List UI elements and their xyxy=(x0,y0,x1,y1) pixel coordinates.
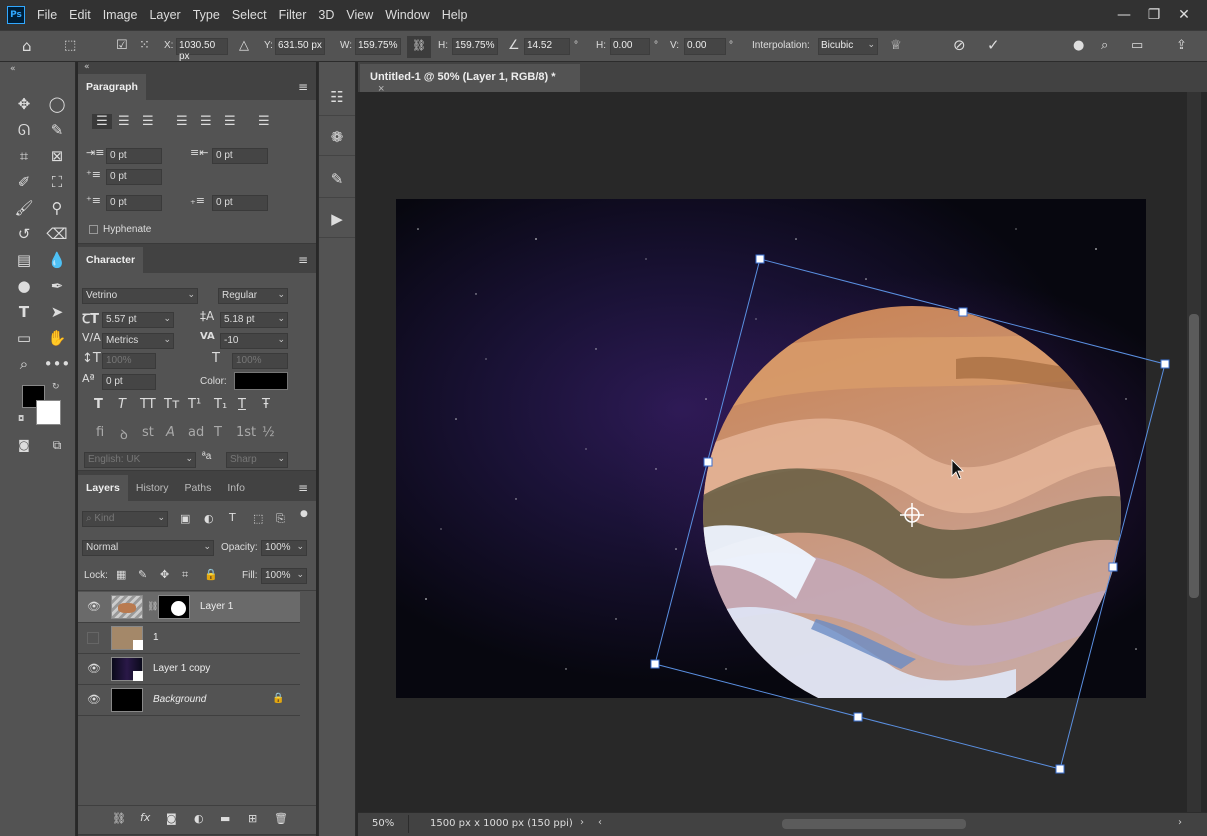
transform-handle-bottom-left[interactable] xyxy=(650,659,660,669)
scroll-left-icon[interactable]: ‹ xyxy=(598,817,602,828)
transform-handle-bottom-right[interactable] xyxy=(1055,764,1065,774)
reference-point-crosshair-icon[interactable] xyxy=(900,503,924,527)
divider xyxy=(408,815,409,833)
transform-handle-top-right[interactable] xyxy=(1160,359,1170,369)
vertical-scrollbar[interactable] xyxy=(1187,92,1201,812)
zoom-level[interactable]: 50% xyxy=(372,818,394,829)
status-menu-chevron-icon[interactable]: › xyxy=(580,817,584,828)
transform-overlay xyxy=(650,254,1170,774)
transform-bounding-box xyxy=(654,258,1166,770)
transform-handle-bottom[interactable] xyxy=(853,712,863,722)
mouse-cursor-icon xyxy=(951,459,964,480)
scroll-right-icon[interactable]: › xyxy=(1178,817,1182,828)
transform-handle-top-left[interactable] xyxy=(755,254,765,264)
transform-handle-right[interactable] xyxy=(1108,562,1118,572)
transform-handle-top[interactable] xyxy=(958,307,968,317)
horizontal-scroll-thumb[interactable] xyxy=(782,819,966,829)
status-bar: 50% 1500 px x 1000 px (150 ppi) › ‹ › xyxy=(358,812,1207,836)
vertical-scroll-thumb[interactable] xyxy=(1189,314,1199,598)
transform-handle-left[interactable] xyxy=(703,457,713,467)
document-dimensions: 1500 px x 1000 px (150 ppi) xyxy=(430,818,573,829)
